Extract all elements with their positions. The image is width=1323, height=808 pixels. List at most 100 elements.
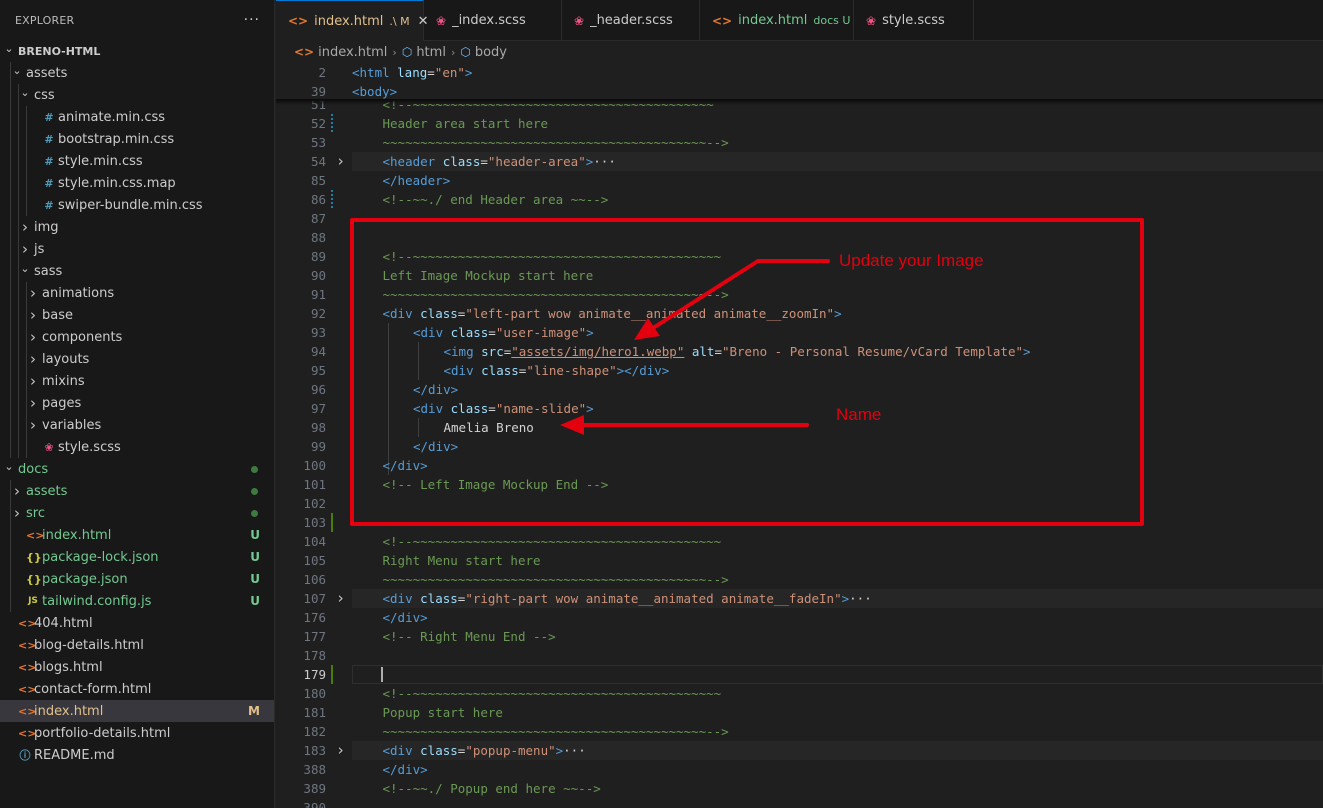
code-line[interactable]: 182 ~~~~~~~~~~~~~~~~~~~~~~~~~~~~~~~~~~~~~… [276, 722, 1323, 741]
tree-folder[interactable]: ⌄ BRENO-HTML [0, 40, 274, 62]
code-line[interactable]: 388 </div> [276, 760, 1323, 779]
sticky-scroll-line[interactable]: 2 <html lang="en"> [276, 63, 1323, 82]
line-number: 180 [303, 686, 326, 701]
editor-tab[interactable]: ❀ style.scss [854, 0, 974, 41]
tree-file[interactable]: <> index.html M [0, 700, 274, 722]
code-line[interactable]: 102 [276, 494, 1323, 513]
tree-file[interactable]: <> blogs.html [0, 656, 274, 678]
tree-folder[interactable]: › pages [0, 392, 274, 414]
code-line[interactable]: 53 ~~~~~~~~~~~~~~~~~~~~~~~~~~~~~~~~~~~~~~… [276, 133, 1323, 152]
tree-folder[interactable]: ⌄ docs [0, 458, 274, 480]
code-line[interactable]: 180 <!--~~~~~~~~~~~~~~~~~~~~~~~~~~~~~~~~~… [276, 684, 1323, 703]
code-line[interactable]: 101 <!-- Left Image Mockup End --> [276, 475, 1323, 494]
code-line[interactable]: 54 › <header class="header-area">··· [276, 152, 1323, 171]
tree-folder[interactable]: › assets [0, 480, 274, 502]
tree-file[interactable]: # animate.min.css [0, 106, 274, 128]
code-token-attr: class [450, 401, 489, 416]
more-actions-icon[interactable]: ··· [244, 12, 260, 28]
chevron-right-icon: › [14, 504, 20, 522]
tree-folder[interactable]: › components [0, 326, 274, 348]
code-line[interactable]: 179 [276, 665, 1323, 684]
tree-folder[interactable]: ⌄ assets [0, 62, 274, 84]
tree-folder[interactable]: ⌄ sass [0, 260, 274, 282]
chevron-right-icon: › [30, 372, 36, 390]
code-line[interactable]: 389 <!--~~./ Popup end here ~~--> [276, 779, 1323, 798]
tree-folder[interactable]: › base [0, 304, 274, 326]
tree-folder[interactable]: › animations [0, 282, 274, 304]
tree-folder[interactable]: › img [0, 216, 274, 238]
code-line[interactable]: 103 [276, 513, 1323, 532]
explorer-sidebar: EXPLORER ··· ⌄ BRENO-HTML ⌄ assets ⌄ css # anim… [0, 0, 275, 808]
code-line[interactable]: 390 [276, 798, 1323, 808]
tree-file[interactable]: # style.min.css.map [0, 172, 274, 194]
breadcrumb-html[interactable]: ⬡ html [402, 45, 446, 60]
code-line[interactable]: 89 <!--~~~~~~~~~~~~~~~~~~~~~~~~~~~~~~~~~~… [276, 247, 1323, 266]
tree-file[interactable]: <> index.html U [0, 524, 274, 546]
code-line[interactable]: 88 [276, 228, 1323, 247]
tree-folder[interactable]: › src [0, 502, 274, 524]
code-line[interactable]: 181 Popup start here [276, 703, 1323, 722]
tree-file[interactable]: ❀ style.scss [0, 436, 274, 458]
tree-file[interactable]: <> portfolio-details.html [0, 722, 274, 744]
tab-label: _header.scss [590, 13, 673, 28]
code-line[interactable]: 95 <div class="line-shape"></div> [276, 361, 1323, 380]
code-line[interactable]: 90 Left Image Mockup start here [276, 266, 1323, 285]
chevron-right-icon: › [14, 482, 20, 500]
code-line[interactable]: 177 <!-- Right Menu End --> [276, 627, 1323, 646]
tree-file[interactable]: <> 404.html [0, 612, 274, 634]
git-status-badge: M [248, 704, 260, 718]
code-line[interactable]: 106 ~~~~~~~~~~~~~~~~~~~~~~~~~~~~~~~~~~~~~… [276, 570, 1323, 589]
code-line[interactable]: 52 Header area start here [276, 114, 1323, 133]
code-editor[interactable]: 51<!--~~~~~~~~~~~~~~~~~~~~~~~~~~~~~~~~~~… [276, 63, 1323, 808]
code-line[interactable]: 98 Amelia Breno [276, 418, 1323, 437]
code-line[interactable]: 92 <div class="left-part wow animate__ani… [276, 304, 1323, 323]
editor-tab[interactable]: ❀ _index.scss [424, 0, 562, 41]
tree-file[interactable]: JS tailwind.config.js U [0, 590, 274, 612]
code-line[interactable]: 105 Right Menu start here [276, 551, 1323, 570]
line-number: 389 [303, 781, 326, 796]
code-line[interactable]: 176 </div> [276, 608, 1323, 627]
tree-file[interactable]: # style.min.css [0, 150, 274, 172]
tree-file[interactable]: # bootstrap.min.css [0, 128, 274, 150]
code-content: Popup start here [383, 703, 503, 722]
code-line[interactable]: 93 <div class="user-image"> [276, 323, 1323, 342]
code-line[interactable]: 94 <img src="assets/img/hero1.webp" alt="… [276, 342, 1323, 361]
code-line[interactable]: 100 </div> [276, 456, 1323, 475]
tree-folder[interactable]: › layouts [0, 348, 274, 370]
indent-guide [26, 436, 27, 458]
editor-tab[interactable]: <> index.html .\ M ✕ [276, 0, 429, 41]
tree-folder[interactable]: › mixins [0, 370, 274, 392]
code-token-tag: > [464, 65, 473, 80]
tree-folder[interactable]: › variables [0, 414, 274, 436]
editor-tab[interactable]: ❀ _header.scss [562, 0, 700, 41]
code-content: Header area start here [383, 114, 549, 133]
breadcrumb-body[interactable]: ⬡ body [460, 45, 507, 60]
code-line[interactable]: 183 › <div class="popup-menu">··· [276, 741, 1323, 760]
fold-chevron-right-icon[interactable]: › [336, 741, 345, 760]
tree-file[interactable]: # swiper-bundle.min.css [0, 194, 274, 216]
code-line[interactable]: 85 </header> [276, 171, 1323, 190]
tree-file[interactable]: <> blog-details.html [0, 634, 274, 656]
tree-file[interactable]: {} package.json U [0, 568, 274, 590]
breadcrumb-file[interactable]: <> index.html [294, 45, 387, 60]
code-line[interactable]: 86 <!--~~./ end Header area ~~--> [276, 190, 1323, 209]
tree-file[interactable]: <> contact-form.html [0, 678, 274, 700]
explorer-header: EXPLORER ··· [0, 0, 274, 40]
html-file-icon: <> [18, 638, 37, 652]
tree-folder[interactable]: ⌄ css [0, 84, 274, 106]
fold-chevron-right-icon[interactable]: › [336, 589, 345, 608]
code-line[interactable]: 99 </div> [276, 437, 1323, 456]
tree-file[interactable]: ⓘ README.md [0, 744, 274, 766]
code-line[interactable]: 87 [276, 209, 1323, 228]
code-line[interactable]: 96 </div> [276, 380, 1323, 399]
code-line[interactable]: 107 › <div class="right-part wow animate__… [276, 589, 1323, 608]
editor-tab[interactable]: <> index.html docs U [700, 0, 854, 41]
code-line[interactable]: 178 [276, 646, 1323, 665]
sass-file-icon: ❀ [436, 13, 447, 28]
code-line[interactable]: 104 <!--~~~~~~~~~~~~~~~~~~~~~~~~~~~~~~~~~… [276, 532, 1323, 551]
code-line[interactable]: 97 <div class="name-slide"> [276, 399, 1323, 418]
tree-folder[interactable]: › js [0, 238, 274, 260]
code-line[interactable]: 91 ~~~~~~~~~~~~~~~~~~~~~~~~~~~~~~~~~~~~~~… [276, 285, 1323, 304]
fold-chevron-right-icon[interactable]: › [336, 152, 345, 171]
tree-file[interactable]: {} package-lock.json U [0, 546, 274, 568]
